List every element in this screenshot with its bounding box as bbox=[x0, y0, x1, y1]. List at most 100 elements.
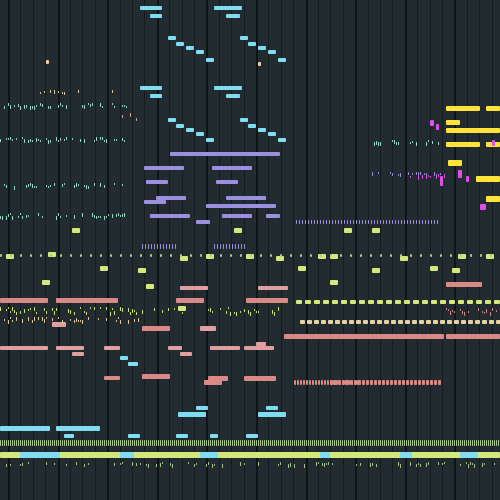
midi-note[interactable] bbox=[366, 380, 369, 385]
midi-note[interactable] bbox=[54, 463, 55, 465]
midi-note[interactable] bbox=[442, 463, 443, 465]
midi-note[interactable] bbox=[88, 440, 89, 446]
midi-note[interactable] bbox=[306, 380, 308, 385]
midi-note[interactable] bbox=[196, 50, 204, 54]
midi-note[interactable] bbox=[374, 380, 377, 385]
midi-note[interactable] bbox=[102, 440, 103, 446]
midi-note[interactable] bbox=[350, 254, 352, 257]
midi-note[interactable] bbox=[389, 220, 390, 224]
midi-note[interactable] bbox=[210, 308, 211, 312]
midi-note[interactable] bbox=[315, 380, 317, 385]
midi-note[interactable] bbox=[64, 183, 65, 185]
midi-note[interactable] bbox=[350, 440, 351, 446]
midi-note[interactable] bbox=[468, 440, 469, 446]
midi-note[interactable] bbox=[132, 440, 133, 446]
midi-note[interactable] bbox=[296, 300, 302, 304]
midi-note[interactable] bbox=[50, 440, 51, 446]
midi-note[interactable] bbox=[86, 185, 87, 189]
midi-note[interactable] bbox=[488, 440, 489, 446]
midi-note[interactable] bbox=[78, 440, 79, 446]
midi-note[interactable] bbox=[154, 440, 155, 446]
midi-note[interactable] bbox=[104, 216, 105, 220]
midi-note[interactable] bbox=[350, 380, 353, 385]
midi-note[interactable] bbox=[390, 440, 391, 446]
midi-note[interactable] bbox=[180, 352, 192, 356]
midi-note[interactable] bbox=[419, 320, 424, 324]
midi-note[interactable] bbox=[176, 42, 184, 46]
midi-note[interactable] bbox=[320, 452, 330, 458]
midi-note[interactable] bbox=[414, 440, 415, 446]
midi-note[interactable] bbox=[328, 440, 329, 446]
midi-note[interactable] bbox=[26, 440, 27, 446]
midi-note[interactable] bbox=[482, 440, 483, 446]
midi-note[interactable] bbox=[54, 183, 55, 186]
midi-note[interactable] bbox=[104, 440, 105, 446]
midi-note[interactable] bbox=[82, 320, 83, 324]
midi-note[interactable] bbox=[446, 128, 500, 133]
midi-note[interactable] bbox=[60, 103, 61, 106]
midi-note[interactable] bbox=[296, 440, 297, 446]
midi-note[interactable] bbox=[312, 380, 314, 385]
midi-note[interactable] bbox=[300, 320, 305, 324]
midi-note[interactable] bbox=[482, 311, 483, 313]
midi-note[interactable] bbox=[256, 311, 257, 313]
midi-note[interactable] bbox=[148, 244, 149, 249]
midi-note[interactable] bbox=[418, 176, 419, 180]
midi-note[interactable] bbox=[124, 140, 125, 142]
midi-note[interactable] bbox=[434, 172, 435, 176]
midi-note[interactable] bbox=[476, 440, 477, 446]
midi-note[interactable] bbox=[10, 311, 11, 313]
midi-note[interactable] bbox=[62, 440, 63, 446]
midi-note[interactable] bbox=[484, 463, 485, 465]
midi-note[interactable] bbox=[142, 244, 143, 249]
midi-note[interactable] bbox=[216, 180, 238, 184]
midi-note[interactable] bbox=[360, 254, 362, 257]
midi-note[interactable] bbox=[82, 105, 83, 108]
midi-note[interactable] bbox=[327, 380, 329, 385]
midi-note[interactable] bbox=[174, 440, 175, 446]
midi-note[interactable] bbox=[400, 464, 401, 468]
midi-note[interactable] bbox=[396, 142, 397, 145]
midi-note[interactable] bbox=[320, 440, 321, 446]
midi-note[interactable] bbox=[430, 176, 431, 178]
midi-note[interactable] bbox=[48, 440, 49, 446]
midi-note[interactable] bbox=[94, 440, 95, 446]
midi-note[interactable] bbox=[310, 440, 311, 446]
midi-note[interactable] bbox=[410, 462, 411, 466]
midi-note[interactable] bbox=[157, 244, 158, 249]
midi-note[interactable] bbox=[56, 440, 57, 446]
midi-note[interactable] bbox=[462, 440, 463, 446]
midi-note[interactable] bbox=[246, 440, 247, 446]
midi-note[interactable] bbox=[374, 142, 375, 146]
midi-note[interactable] bbox=[8, 307, 9, 309]
midi-note[interactable] bbox=[297, 380, 299, 385]
midi-note[interactable] bbox=[114, 440, 115, 446]
midi-note[interactable] bbox=[248, 42, 256, 46]
midi-note[interactable] bbox=[110, 312, 111, 316]
midi-note[interactable] bbox=[452, 440, 453, 446]
midi-note[interactable] bbox=[406, 380, 409, 385]
midi-note[interactable] bbox=[370, 463, 371, 467]
midi-note[interactable] bbox=[395, 300, 401, 304]
midi-note[interactable] bbox=[326, 463, 327, 465]
midi-note[interactable] bbox=[224, 440, 225, 446]
midi-note[interactable] bbox=[461, 320, 466, 324]
midi-note[interactable] bbox=[422, 220, 423, 224]
midi-note[interactable] bbox=[372, 463, 373, 466]
midi-note[interactable] bbox=[100, 103, 101, 107]
midi-note[interactable] bbox=[116, 320, 117, 322]
midi-note[interactable] bbox=[318, 462, 319, 464]
midi-note[interactable] bbox=[0, 426, 50, 431]
midi-note[interactable] bbox=[120, 356, 128, 360]
midi-note[interactable] bbox=[0, 440, 1, 446]
midi-note[interactable] bbox=[132, 309, 133, 313]
midi-note[interactable] bbox=[151, 244, 152, 249]
midi-note[interactable] bbox=[36, 105, 37, 107]
midi-note[interactable] bbox=[208, 462, 209, 465]
midi-note[interactable] bbox=[2, 440, 3, 446]
midi-note[interactable] bbox=[196, 440, 197, 446]
midi-note[interactable] bbox=[60, 138, 61, 141]
midi-note[interactable] bbox=[76, 440, 77, 446]
midi-note[interactable] bbox=[140, 463, 141, 465]
midi-note[interactable] bbox=[468, 320, 473, 324]
